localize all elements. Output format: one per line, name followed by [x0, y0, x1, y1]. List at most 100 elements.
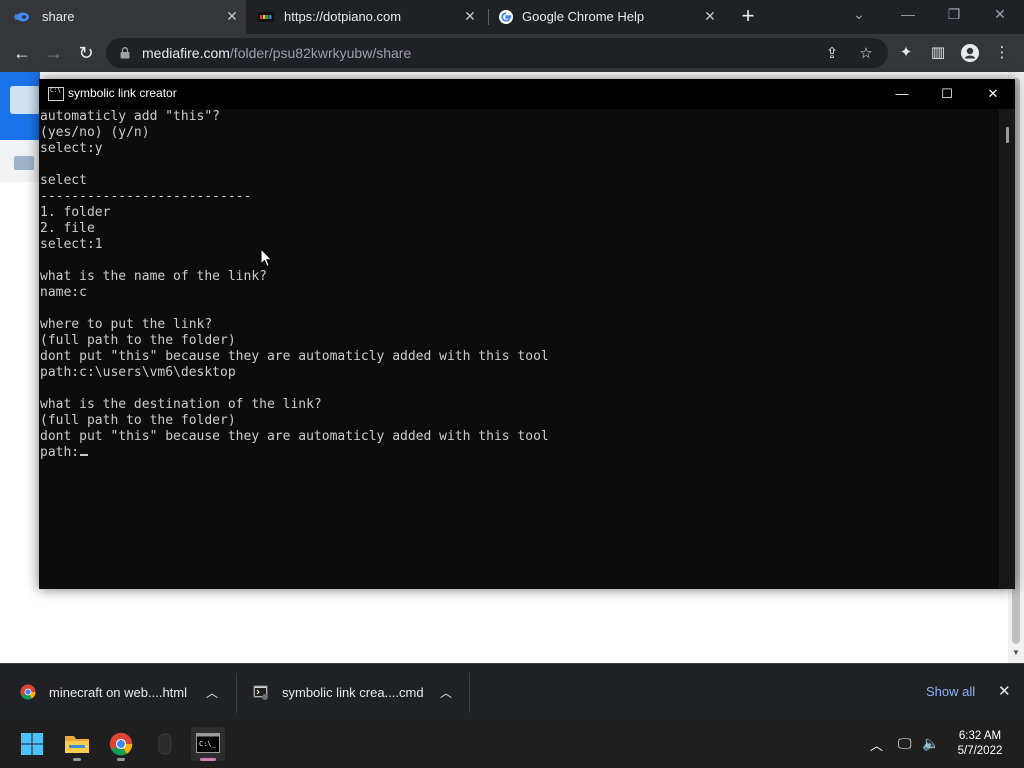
console-minimize-icon[interactable]: — [890, 83, 914, 105]
download-filename: symbolic link crea....cmd [282, 685, 424, 700]
browser-tab-strip: share ✕ https://dotpiano.com ✕ Google Ch… [0, 0, 1024, 34]
start-icon [21, 733, 43, 755]
tab-separator [488, 9, 489, 25]
download-filename: minecraft on web....html [49, 685, 187, 700]
address-bar[interactable]: mediafire.com/folder/psu82kwrkyubw/share… [106, 38, 888, 68]
running-indicator [73, 758, 81, 761]
scrollbar-thumb[interactable] [1006, 127, 1009, 143]
taskbar-terminal[interactable]: C:\_ [191, 727, 225, 761]
folder-icon [10, 86, 40, 114]
tab-title: Google Chrome Help [522, 9, 645, 24]
download-item[interactable]: symbolic link crea....cmd ︿ [237, 664, 469, 722]
show-hidden-icons-chevron-icon[interactable]: ︿ [870, 735, 883, 754]
console-line: path:c:\users\vm6\desktop [40, 365, 236, 380]
close-download-shelf-icon[interactable]: ✕ [998, 682, 1011, 700]
cmd-file-icon [253, 685, 268, 700]
url-path: /folder/psu82kwrkyubw/share [229, 45, 412, 61]
download-separator [469, 673, 470, 713]
console-close-icon[interactable]: ✕ [981, 83, 1005, 105]
taskbar-file-explorer[interactable] [60, 727, 94, 761]
chevron-up-icon[interactable]: ︿ [206, 684, 218, 701]
extensions-puzzle-icon[interactable]: ✦ [896, 43, 916, 63]
taskbar-chrome[interactable] [104, 727, 138, 761]
file-explorer-icon [65, 736, 89, 753]
chevron-up-icon[interactable]: ︿ [440, 684, 452, 701]
console-line: (yes/no) (y/n) [40, 125, 150, 140]
system-clock[interactable]: 6:32 AM 5/7/2022 [940, 729, 1020, 759]
console-prompt: path: [40, 445, 80, 460]
text-cursor [80, 454, 89, 456]
bookmark-star-icon[interactable]: ☆ [856, 44, 876, 62]
console-title: symbolic link creator [68, 86, 177, 100]
console-maximize-icon[interactable]: ☐ [935, 83, 959, 105]
scroll-down-icon[interactable]: ▼ [1008, 648, 1024, 657]
browser-toolbar: ← → ↻ mediafire.com/folder/psu82kwrkyubw… [0, 34, 1024, 72]
new-tab-button[interactable]: + [738, 5, 758, 27]
svg-text:C:\_: C:\_ [199, 740, 217, 748]
reload-icon[interactable]: ↻ [74, 42, 98, 64]
lock-icon [120, 47, 130, 59]
console-line: automaticly add "this"? [40, 109, 221, 124]
console-line: --------------------------- [40, 189, 252, 204]
close-tab-icon[interactable]: ✕ [702, 8, 718, 24]
console-line: 1. folder [40, 205, 111, 220]
console-line: name:c [40, 285, 87, 300]
console-line: (full path to the folder) [40, 333, 236, 348]
minimize-icon[interactable]: — [898, 6, 918, 22]
side-panel-icon[interactable]: ▥ [928, 43, 948, 63]
cmd-icon [48, 87, 64, 101]
clock-time: 6:32 AM [958, 730, 1002, 742]
console-line: (full path to the folder) [40, 413, 236, 428]
google-icon [499, 10, 513, 24]
console-line: where to put the link? [40, 317, 213, 332]
start-button[interactable] [15, 727, 49, 761]
close-window-icon[interactable]: ✕ [990, 6, 1010, 23]
console-line: select [40, 173, 87, 188]
share-icon[interactable]: ⇪ [822, 44, 842, 62]
console-line: select:y [40, 141, 103, 156]
folder-icon [14, 156, 34, 170]
running-indicator [117, 758, 125, 761]
console-line: what is the name of the link? [40, 269, 267, 284]
tab-title: share [42, 9, 75, 24]
show-all-link[interactable]: Show all [926, 684, 975, 699]
close-tab-icon[interactable]: ✕ [462, 8, 478, 24]
mouse-pointer-icon [260, 248, 273, 268]
tab-chrome-help[interactable]: Google Chrome Help ✕ [490, 0, 728, 34]
download-shelf: minecraft on web....html ︿ symbolic link… [0, 663, 1024, 722]
console-line: 2. file [40, 221, 95, 236]
tab-search-chevron-icon[interactable]: ⌄ [853, 6, 865, 23]
url-host: mediafire.com [142, 45, 230, 61]
download-item[interactable]: minecraft on web....html ︿ [0, 664, 236, 722]
mediafire-icon [14, 12, 29, 22]
tab-share[interactable]: share ✕ [0, 0, 246, 34]
console-output[interactable]: automaticly add "this"? (yes/no) (y/n) s… [39, 109, 999, 589]
windows-taskbar: C:\_ ︿ 🖵 🔈 6:32 AM 5/7/2022 [0, 721, 1024, 768]
console-scrollbar[interactable] [999, 109, 1015, 589]
network-icon[interactable]: 🖵 [898, 735, 912, 752]
more-menu-icon[interactable]: ⋮ [992, 43, 1012, 63]
running-indicator [200, 758, 216, 761]
console-line: dont put "this" because they are automat… [40, 349, 549, 364]
console-line: what is the destination of the link? [40, 397, 322, 412]
profile-avatar-icon[interactable] [960, 43, 980, 63]
terminal-icon: C:\_ [196, 733, 220, 753]
restore-icon[interactable]: ❐ [944, 6, 964, 23]
console-title-bar[interactable]: symbolic link creator — ☐ ✕ [39, 79, 1015, 109]
chrome-icon [109, 732, 133, 756]
back-arrow-icon[interactable]: ← [10, 42, 34, 64]
console-window[interactable]: symbolic link creator — ☐ ✕ automaticly … [39, 79, 1015, 589]
close-tab-icon[interactable]: ✕ [224, 8, 240, 24]
taskbar-mouse-app[interactable] [148, 727, 182, 761]
tab-dotpiano[interactable]: https://dotpiano.com ✕ [248, 0, 488, 34]
forward-arrow-icon[interactable]: → [42, 42, 66, 64]
console-text: automaticly add "this"? (yes/no) (y/n) s… [39, 109, 999, 461]
tab-title: https://dotpiano.com [284, 9, 402, 24]
console-line: dont put "this" because they are automat… [40, 429, 549, 444]
url-text: mediafire.com/folder/psu82kwrkyubw/share [142, 45, 411, 61]
chrome-icon [20, 684, 36, 700]
console-line: select:1 [40, 237, 103, 252]
volume-icon[interactable]: 🔈 [922, 735, 939, 752]
mouse-app-icon [158, 733, 172, 755]
clock-date: 5/7/2022 [957, 745, 1003, 757]
